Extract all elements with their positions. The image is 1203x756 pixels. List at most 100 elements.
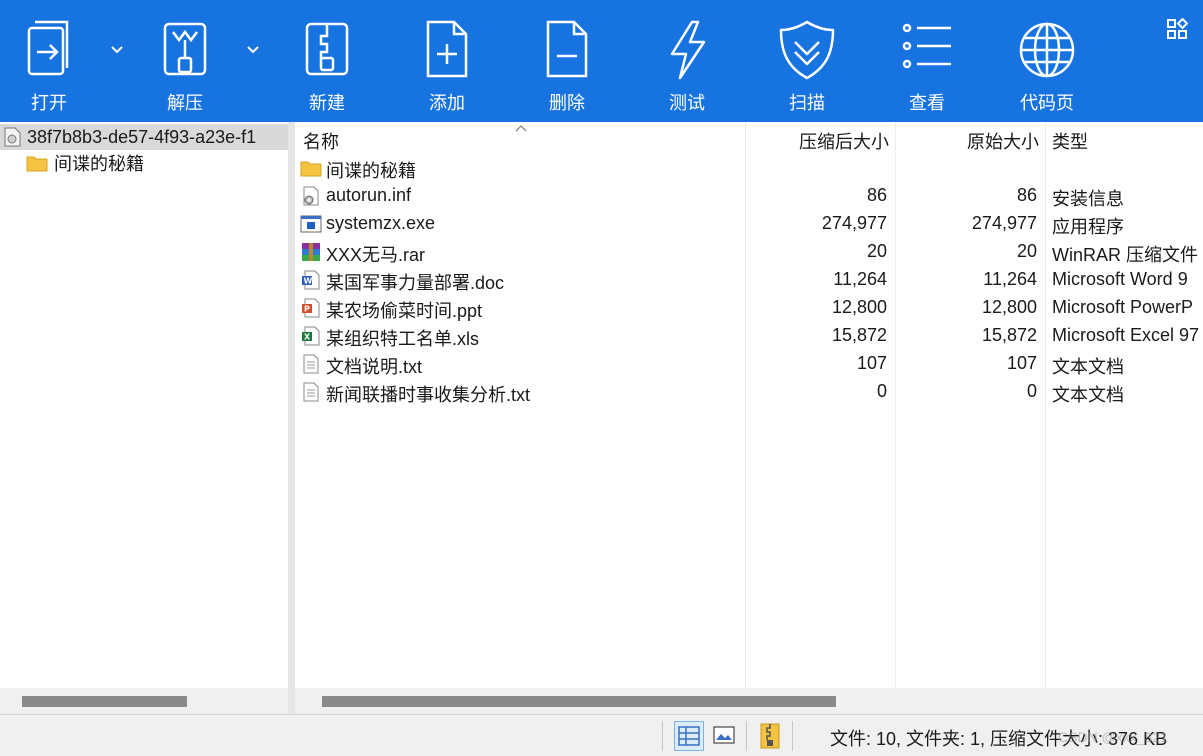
test-button[interactable]: 测试 [632, 0, 742, 122]
file-original-size: 86 [1016, 185, 1037, 205]
column-header-type[interactable]: 类型 [1052, 128, 1088, 154]
view-label: 查看 [909, 93, 945, 113]
pane-splitter[interactable] [288, 122, 295, 714]
codepage-globe-icon [1019, 22, 1075, 78]
details-view-button[interactable] [674, 721, 704, 751]
file-type: 文本文档 [1052, 357, 1124, 377]
file-type: 文本文档 [1052, 385, 1124, 405]
add-button[interactable]: 添加 [392, 0, 502, 122]
file-row[interactable]: W 某国军事力量部署.doc 11,264 11,264 Microsoft W… [295, 266, 1203, 294]
codepage-label: 代码页 [1020, 93, 1074, 113]
text-file-icon [303, 382, 319, 402]
codepage-button[interactable]: 代码页 [992, 0, 1102, 122]
file-row[interactable]: P 某农场偷菜时间.ppt 12,800 12,800 Microsoft Po… [295, 294, 1203, 322]
file-compressed-size: 20 [866, 241, 887, 261]
chevron-down-icon [111, 46, 123, 54]
tree-horizontal-scrollbar[interactable] [0, 688, 288, 714]
test-lightning-icon [670, 20, 706, 80]
extract-icon [163, 22, 207, 76]
excel-file-icon: X [302, 326, 320, 346]
list-scroll-thumb[interactable] [322, 696, 836, 707]
file-compressed-size: 274,977 [821, 213, 887, 233]
delete-button[interactable]: 删除 [512, 0, 622, 122]
column-header-compressed-size[interactable]: 压缩后大小 [799, 128, 889, 154]
archive-disk-icon [4, 127, 21, 147]
file-original-size: 274,977 [971, 213, 1037, 233]
new-archive-button[interactable]: 新建 [272, 0, 382, 122]
extract-label: 解压 [167, 93, 203, 113]
open-label: 打开 [31, 93, 67, 113]
file-row[interactable]: X 某组织特工名单.xls 15,872 15,872 Microsoft Ex… [295, 322, 1203, 350]
details-view-icon [678, 726, 700, 746]
delete-label: 删除 [549, 93, 585, 113]
file-type: Microsoft Word 9 [1052, 269, 1188, 289]
archive-info-button[interactable] [756, 721, 786, 751]
file-name: systemzx.exe [326, 213, 436, 233]
status-separator [746, 721, 747, 751]
layout-menu-button[interactable] [1166, 17, 1189, 40]
file-list[interactable]: 名称 压缩后大小 原始大小 类型 间谍的秘籍 autorun.inf 86 86… [295, 122, 1203, 688]
file-compressed-size: 0 [876, 381, 887, 401]
status-bar: 文件: 10, 文件夹: 1, 压缩文件大小: 376 KB CSDN @xxx… [0, 714, 1203, 756]
open-button[interactable]: 打开 [0, 0, 104, 122]
add-label: 添加 [429, 93, 465, 113]
tree-scroll-thumb[interactable] [22, 696, 187, 707]
file-name: XXX无马.rar [326, 245, 426, 265]
extract-button[interactable]: 解压 [130, 0, 240, 122]
file-name: autorun.inf [326, 185, 412, 205]
new-archive-icon [305, 22, 349, 76]
folder-tree[interactable]: 38f7b8b3-de57-4f93-a23e-f1 间谍的秘籍 [0, 122, 288, 688]
inf-file-icon [303, 186, 319, 206]
file-type: 安装信息 [1052, 189, 1124, 209]
rar-file-icon [302, 243, 320, 261]
test-label: 测试 [669, 93, 705, 113]
extract-dropdown[interactable] [243, 40, 263, 60]
open-dropdown[interactable] [107, 40, 127, 60]
file-row[interactable]: systemzx.exe 274,977 274,977 应用程序 [295, 210, 1203, 238]
file-name: 某国军事力量部署.doc [326, 273, 505, 293]
scan-button[interactable]: 扫描 [752, 0, 862, 122]
file-compressed-size: 11,264 [833, 269, 887, 289]
column-header-name[interactable]: 名称 [303, 128, 339, 154]
file-original-size: 11,264 [983, 269, 1037, 289]
word-file-icon: W [302, 270, 320, 290]
file-row[interactable]: XXX无马.rar 20 20 WinRAR 压缩文件 [295, 238, 1203, 266]
column-header-original-size[interactable]: 原始大小 [967, 128, 1039, 154]
file-name: 新闻联播时事收集分析.txt [326, 385, 531, 405]
tree-root-archive[interactable]: 38f7b8b3-de57-4f93-a23e-f1 [0, 124, 288, 150]
svg-text:P: P [304, 305, 310, 314]
file-name: 文档说明.txt [326, 357, 423, 377]
file-original-size: 20 [1016, 241, 1037, 261]
open-icon [27, 20, 69, 76]
text-file-icon [303, 354, 319, 374]
file-row[interactable]: 间谍的秘籍 [295, 154, 1203, 182]
toolbar: 打开 解压 新建 添加 删除 测试 扫描 查看 代码页 [0, 0, 1203, 122]
status-separator [792, 721, 793, 751]
file-compressed-size: 107 [856, 353, 887, 373]
file-type: Microsoft Excel 97 [1052, 325, 1200, 345]
chevron-down-icon [247, 46, 259, 54]
view-button[interactable]: 查看 [872, 0, 982, 122]
delete-file-icon [546, 20, 588, 78]
thumbnail-view-button[interactable] [710, 721, 740, 751]
file-original-size: 12,800 [981, 297, 1037, 317]
file-type: WinRAR 压缩文件 [1052, 245, 1199, 265]
folder-icon [300, 161, 322, 177]
tree-root-label: 38f7b8b3-de57-4f93-a23e-f1 [27, 126, 257, 147]
file-original-size: 107 [1006, 353, 1037, 373]
file-name: 某农场偷菜时间.ppt [326, 301, 483, 321]
list-horizontal-scrollbar[interactable] [295, 688, 1203, 714]
file-compressed-size: 86 [866, 185, 887, 205]
sort-ascending-icon [515, 125, 527, 132]
scan-shield-icon [779, 20, 835, 80]
file-row[interactable]: autorun.inf 86 86 安装信息 [295, 182, 1203, 210]
thumbnail-view-icon [713, 726, 735, 744]
tree-item-folder[interactable]: 间谍的秘籍 [26, 150, 144, 176]
watermark: CSDN @xxx_321 [1058, 729, 1168, 745]
file-row[interactable]: 新闻联播时事收集分析.txt 0 0 文本文档 [295, 378, 1203, 406]
tree-item-label: 间谍的秘籍 [54, 154, 144, 174]
view-list-icon [902, 23, 951, 69]
folder-icon [26, 156, 48, 172]
grid-icon [1167, 17, 1189, 39]
file-row[interactable]: 文档说明.txt 107 107 文本文档 [295, 350, 1203, 378]
